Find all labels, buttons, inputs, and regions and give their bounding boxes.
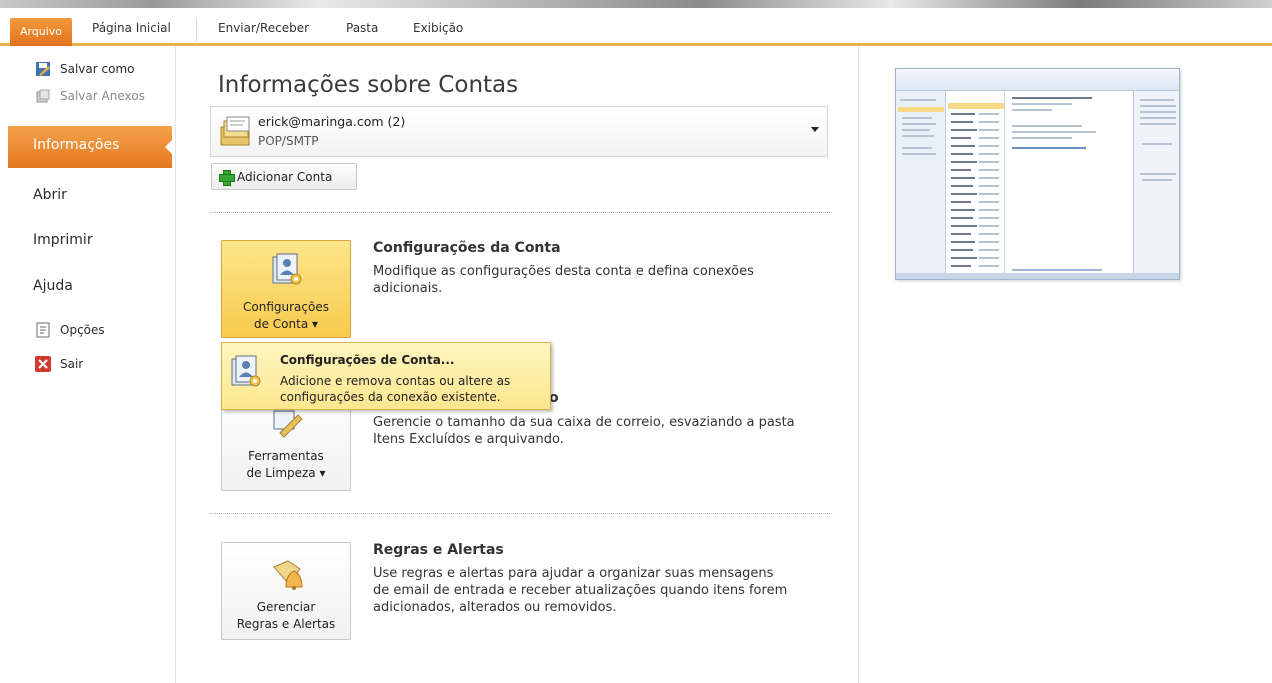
account-settings-icon xyxy=(229,355,263,389)
manage-rules-label-1: Gerenciar xyxy=(256,600,316,614)
rules-title: Regras e Alertas xyxy=(373,542,504,558)
account-settings-dropdown-item[interactable]: Configurações de Conta... Adicione e rem… xyxy=(221,342,551,410)
thumb-reading-pane xyxy=(1006,91,1132,279)
save-as-icon xyxy=(35,61,51,77)
thumb-todo-bar xyxy=(1133,91,1179,279)
nav-exit[interactable]: Sair xyxy=(35,356,83,372)
add-account-label: Adicionar Conta xyxy=(237,169,333,184)
cleanup-tools-label-1: Ferramentas xyxy=(248,449,324,463)
plus-icon xyxy=(219,169,235,186)
options-icon xyxy=(35,322,51,338)
panel-divider xyxy=(858,46,859,683)
account-settings-description: Modifique as configurações desta conta e… xyxy=(373,264,754,296)
manage-rules-button[interactable]: Gerenciar Regras e Alertas xyxy=(221,542,351,640)
cleanup-icon xyxy=(270,405,304,439)
nav-save-as-label: Salvar como xyxy=(60,62,135,76)
thumb-folder-pane xyxy=(896,91,946,279)
dropdown-item-title: Configurações de Conta... xyxy=(280,353,455,367)
tab-file[interactable]: Arquivo xyxy=(10,18,72,46)
attachment-icon xyxy=(35,88,51,104)
nav-save-attachments[interactable]: Salvar Anexos xyxy=(35,88,145,104)
nav-exit-label: Sair xyxy=(60,357,84,371)
page-title: Informações sobre Contas xyxy=(218,72,519,98)
account-email: erick@maringa.com (2) xyxy=(258,114,406,129)
mail-account-icon xyxy=(219,115,253,149)
cleanup-tools-label-2: de Limpeza ▾ xyxy=(246,466,326,480)
thumb-ribbon xyxy=(896,69,1179,91)
nav-options-label: Opções xyxy=(60,323,105,337)
close-icon xyxy=(35,356,51,372)
add-account-button[interactable]: Adicionar Conta xyxy=(211,163,357,190)
tab-view[interactable]: Exibição xyxy=(413,21,463,35)
chevron-down-icon[interactable] xyxy=(811,127,819,132)
manage-rules-label-2: Regras e Alertas xyxy=(236,617,336,631)
thumb-status-bar xyxy=(896,273,1179,279)
tab-folder[interactable]: Pasta xyxy=(346,21,378,35)
account-settings-title: Configurações da Conta xyxy=(373,240,561,256)
tab-home[interactable]: Página Inicial xyxy=(92,21,171,35)
dropdown-item-description: Adicione e remova contas ou altere as co… xyxy=(280,374,511,404)
nav-options[interactable]: Opções xyxy=(35,322,105,338)
account-selector[interactable]: erick@maringa.com (2) POP/SMTP xyxy=(210,106,828,157)
account-settings-label-2: de Conta ▾ xyxy=(253,317,319,331)
tab-send-receive[interactable]: Enviar/Receber xyxy=(218,21,309,35)
cleanup-description: Gerencie o tamanho da sua caixa de corre… xyxy=(373,415,795,447)
nav-save-attachments-label: Salvar Anexos xyxy=(60,89,145,103)
account-settings-icon xyxy=(270,253,304,287)
thumb-message-list xyxy=(947,91,1005,279)
section-divider xyxy=(210,513,832,514)
tab-separator xyxy=(196,18,197,42)
nav-print[interactable]: Imprimir xyxy=(33,232,93,248)
nav-save-as[interactable]: Salvar como xyxy=(35,61,134,77)
account-type: POP/SMTP xyxy=(258,134,319,148)
backstage-nav: Salvar como Salvar Anexos Informações Ab… xyxy=(0,46,176,683)
rules-description: Use regras e alertas para ajudar a organ… xyxy=(373,566,788,615)
ribbon-tabs: Arquivo Página Inicial Enviar/Receber Pa… xyxy=(0,8,1272,46)
section-divider xyxy=(210,212,832,213)
account-settings-button[interactable]: Configurações de Conta ▾ xyxy=(221,240,351,338)
outlook-preview-thumbnail xyxy=(895,68,1180,280)
nav-open[interactable]: Abrir xyxy=(33,187,67,203)
window-top-strip xyxy=(0,0,1272,8)
rules-alerts-icon xyxy=(270,557,304,591)
nav-info[interactable]: Informações xyxy=(8,126,174,168)
nav-info-label: Informações xyxy=(33,137,120,153)
account-settings-label-1: Configurações xyxy=(243,300,329,314)
nav-help[interactable]: Ajuda xyxy=(33,278,73,294)
